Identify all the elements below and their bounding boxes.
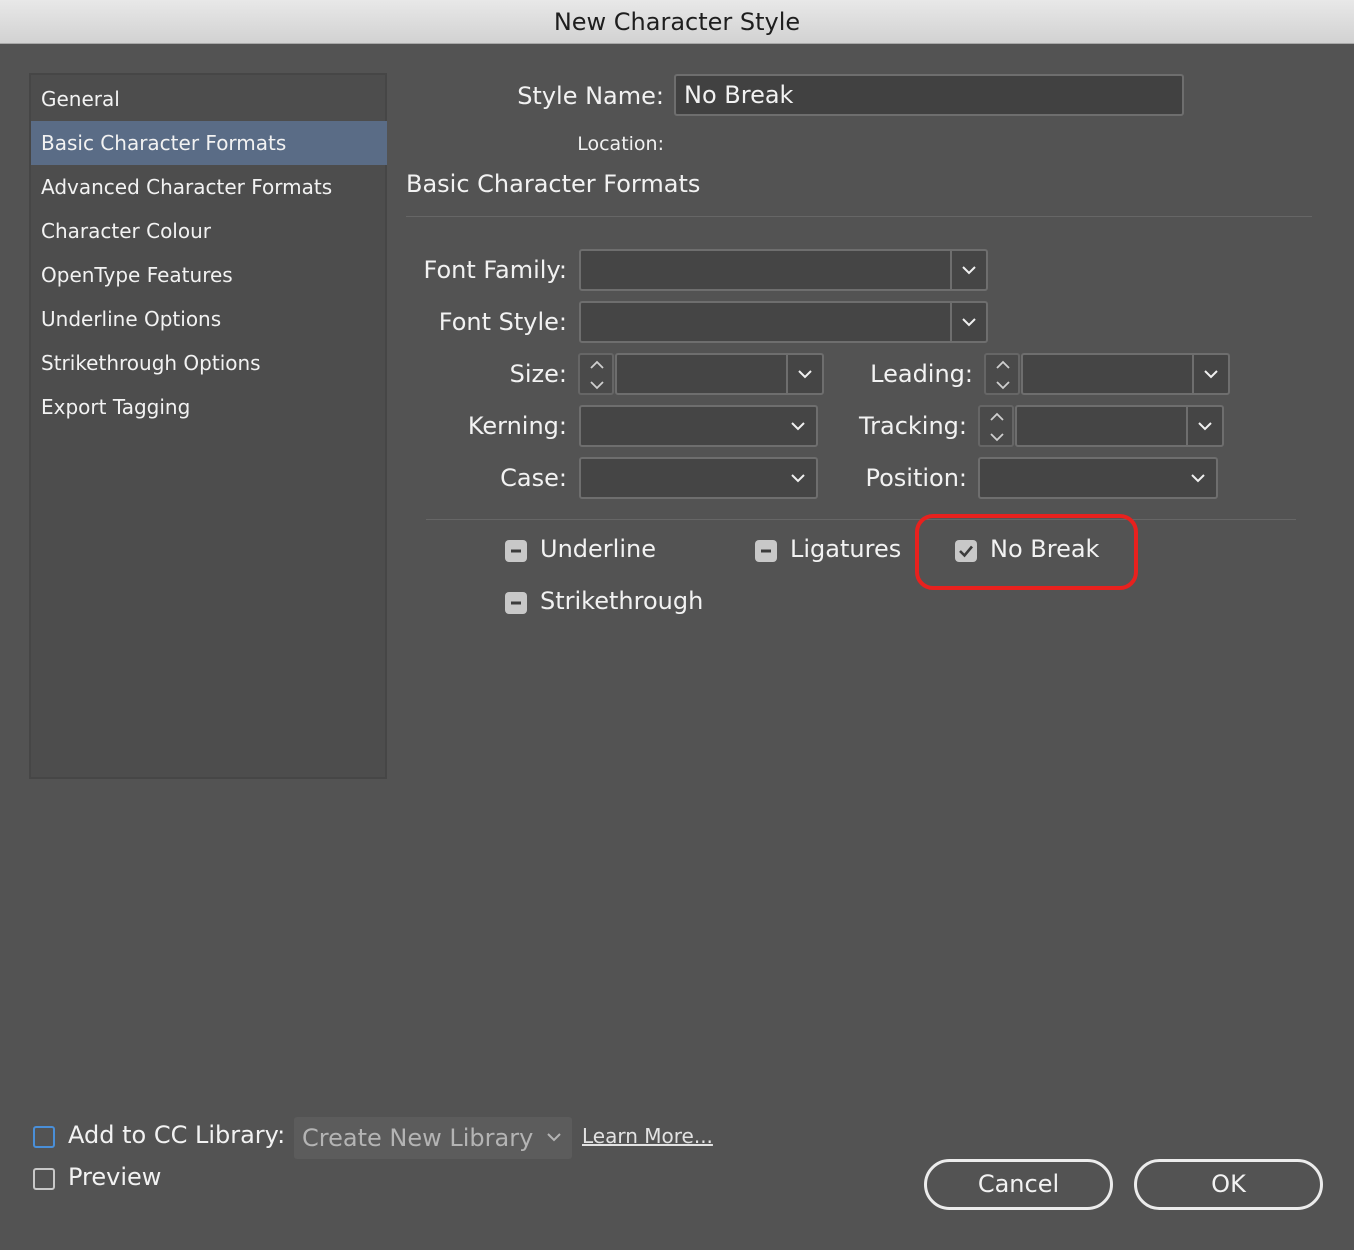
chevron-down-icon[interactable] (1192, 355, 1228, 393)
size-field[interactable] (617, 355, 786, 393)
chevron-down-icon[interactable] (786, 355, 822, 393)
sidebar-item-basic-character-formats[interactable]: Basic Character Formats (31, 121, 387, 165)
library-select[interactable]: Create New Library (294, 1117, 572, 1159)
font-family-label: Font Family: (423, 256, 567, 284)
sidebar-item-opentype-features[interactable]: OpenType Features (31, 253, 387, 297)
sidebar-item-general[interactable]: General (31, 77, 387, 121)
tracking-field[interactable] (1017, 407, 1186, 445)
tracking-label: Tracking: (859, 412, 967, 440)
chevron-down-icon[interactable] (1186, 407, 1222, 445)
chevron-down-icon[interactable] (950, 303, 986, 341)
sidebar-item-strikethrough-options[interactable]: Strikethrough Options (31, 341, 387, 385)
preview-checkbox[interactable] (33, 1168, 55, 1190)
font-style-field[interactable] (581, 303, 950, 341)
chevron-down-icon[interactable] (1180, 459, 1216, 497)
position-combo[interactable] (978, 457, 1218, 499)
section-title: Basic Character Formats (406, 170, 701, 198)
underline-label[interactable]: Underline (540, 535, 656, 563)
strikethrough-label[interactable]: Strikethrough (540, 587, 703, 615)
sidebar-item-underline-options[interactable]: Underline Options (31, 297, 387, 341)
chevron-down-icon[interactable] (780, 407, 816, 445)
font-style-label: Font Style: (438, 308, 567, 336)
case-combo[interactable] (579, 457, 818, 499)
options-divider (426, 519, 1296, 520)
tracking-combo[interactable] (1015, 405, 1224, 447)
add-to-cc-library-label[interactable]: Add to CC Library: (68, 1121, 285, 1149)
font-family-combo[interactable] (579, 249, 988, 291)
minus-icon (511, 601, 521, 605)
chevron-down-icon[interactable] (950, 251, 986, 289)
kerning-label: Kerning: (467, 412, 567, 440)
size-stepper[interactable] (578, 353, 614, 395)
chevron-down-icon (547, 1133, 561, 1142)
ligatures-checkbox[interactable] (755, 540, 777, 562)
style-name-label: Style Name: (517, 82, 664, 110)
leading-field[interactable] (1023, 355, 1192, 393)
cancel-button[interactable]: Cancel (924, 1159, 1113, 1210)
style-name-input[interactable]: No Break (674, 74, 1184, 116)
position-field[interactable] (980, 459, 1180, 497)
leading-label: Leading: (870, 360, 973, 388)
font-family-field[interactable] (581, 251, 950, 289)
ok-button[interactable]: OK (1134, 1159, 1323, 1210)
leading-stepper[interactable] (984, 353, 1020, 395)
learn-more-link[interactable]: Learn More... (582, 1124, 713, 1148)
minus-icon (511, 549, 521, 553)
underline-checkbox[interactable] (505, 540, 527, 562)
chevron-down-icon[interactable] (780, 459, 816, 497)
tracking-stepper[interactable] (978, 405, 1014, 447)
section-divider (406, 216, 1312, 217)
kerning-combo[interactable] (579, 405, 818, 447)
ligatures-label[interactable]: Ligatures (790, 535, 901, 563)
minus-icon (761, 549, 771, 553)
size-combo[interactable] (615, 353, 824, 395)
leading-combo[interactable] (1021, 353, 1230, 395)
sidebar-item-character-colour[interactable]: Character Colour (31, 209, 387, 253)
font-style-combo[interactable] (579, 301, 988, 343)
case-label: Case: (500, 464, 567, 492)
sidebar-item-export-tagging[interactable]: Export Tagging (31, 385, 387, 429)
window-title: New Character Style (0, 0, 1354, 44)
position-label: Position: (865, 464, 967, 492)
strikethrough-checkbox[interactable] (505, 592, 527, 614)
kerning-field[interactable] (581, 407, 780, 445)
highlight-annotation (915, 514, 1138, 590)
sidebar-item-advanced-character-formats[interactable]: Advanced Character Formats (31, 165, 387, 209)
add-to-cc-library-checkbox[interactable] (33, 1126, 55, 1148)
preview-label[interactable]: Preview (68, 1163, 161, 1191)
library-select-value: Create New Library (302, 1124, 534, 1152)
category-list: General Basic Character Formats Advanced… (29, 73, 387, 779)
case-field[interactable] (581, 459, 780, 497)
size-label: Size: (509, 360, 567, 388)
location-label: Location: (577, 133, 664, 155)
